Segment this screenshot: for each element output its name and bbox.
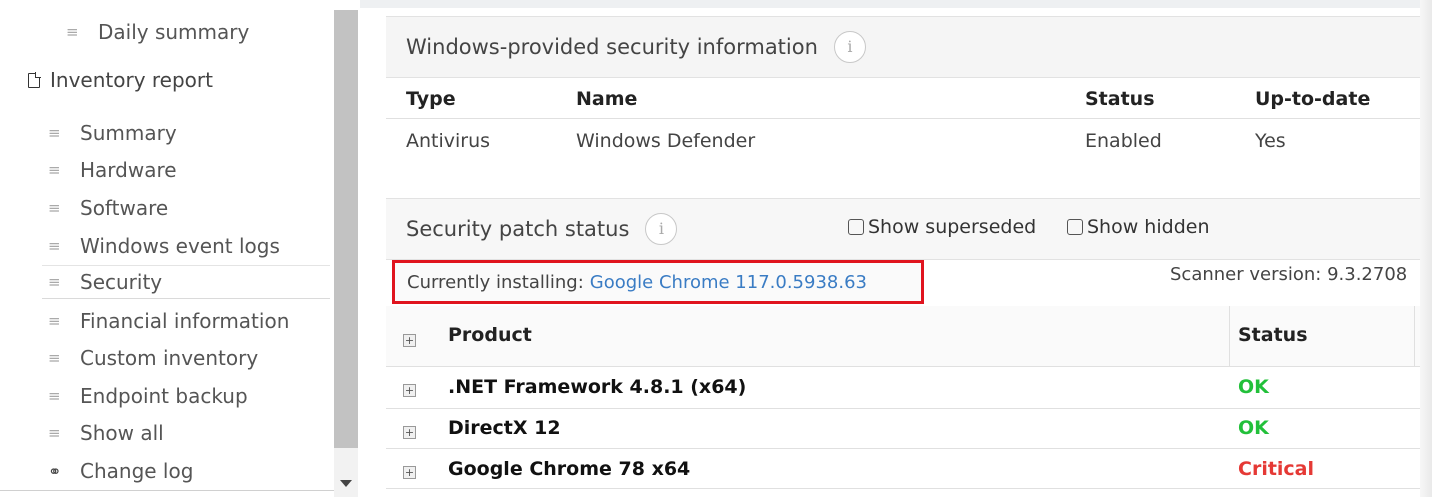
patch-table-header: + Product Status [386,306,1420,367]
windows-security-header: Windows-provided security information i [386,16,1420,78]
column-divider [1229,306,1230,366]
expand-row-icon[interactable]: + [403,426,416,439]
sidebar-item-summary[interactable]: ≡ Summary [48,116,330,150]
hamburger-icon: ≡ [48,237,61,255]
sidebar-item-custom-inventory[interactable]: ≡ Custom inventory [48,341,330,375]
hamburger-icon: ≡ [48,387,61,405]
sidebar-item-label: Inventory report [50,68,213,92]
window-right-edge [1420,0,1432,497]
checkbox-label: Show superseded [868,216,1037,238]
currently-installing-link[interactable]: Google Chrome 117.0.5938.63 [590,272,867,293]
sidebar-item-financial-information[interactable]: ≡ Financial information [48,304,330,338]
currently-installing-label: Currently installing: [407,271,584,293]
sidebar-item-label: Hardware [80,158,177,182]
column-header-type: Type [406,88,456,110]
section-title: Security patch status [406,217,630,241]
sidebar-item-label: Change log [80,459,194,483]
checkbox-label: Show hidden [1087,216,1210,238]
sidebar-item-daily-summary[interactable]: ≡ Daily summary [66,15,348,49]
hamburger-icon: ≡ [48,161,61,179]
sidebar-item-label: Daily summary [98,20,250,44]
sidebar-item-label: Show all [80,421,164,445]
hamburger-icon: ≡ [66,23,79,41]
sidebar-item-label: Endpoint backup [80,384,248,408]
sidebar-item-inventory-report[interactable]: Inventory report [28,63,213,97]
sidebar-item-label: Security [80,270,163,294]
checkbox-icon[interactable] [1067,219,1083,235]
status-badge: OK [1238,376,1269,398]
scroll-down-icon[interactable] [340,480,352,487]
divider [386,408,1420,409]
hamburger-icon: ≡ [48,424,61,442]
product-name: Google Chrome 78 x64 [448,458,691,480]
cell-name: Windows Defender [576,130,756,152]
show-superseded-checkbox[interactable]: Show superseded [848,216,1036,238]
sidebar-item-label: Financial information [80,309,290,333]
expand-row-icon[interactable]: + [403,384,416,397]
info-icon[interactable]: i [833,31,866,63]
scroll-thumb[interactable] [334,10,358,448]
hamburger-icon: ≡ [48,349,61,367]
column-header-status: Status [1238,324,1308,346]
column-divider [1414,306,1415,366]
sidebar-scrollbar[interactable] [334,10,358,497]
sidebar-item-security[interactable]: ≡ Security [42,265,330,299]
sidebar-item-software[interactable]: ≡ Software [48,191,330,225]
product-name: .NET Framework 4.8.1 (x64) [448,376,747,398]
currently-installing-highlight: Currently installing: Google Chrome 117.… [392,260,924,304]
sidebar-item-label: Custom inventory [80,346,259,370]
column-header-uptodate: Up-to-date [1255,88,1371,110]
cell-type: Antivirus [406,130,491,152]
divider [386,488,1420,489]
column-header-status: Status [1085,88,1155,110]
divider [386,118,1420,119]
main-content: Windows-provided security information i … [386,16,1420,497]
sidebar: ≡ Daily summary Inventory report ≡ Summa… [0,0,360,497]
cell-uptodate: Yes [1255,130,1286,152]
hamburger-icon: ≡ [48,312,61,330]
section-title: Windows-provided security information [406,35,818,59]
scanner-version: Scanner version: 9.3.2708 [1170,264,1408,285]
divider [0,490,334,491]
column-header-name: Name [576,88,638,110]
hamburger-icon: ≡ [48,273,61,291]
product-name: DirectX 12 [448,417,561,439]
divider [386,448,1420,449]
expand-row-icon[interactable]: + [403,466,416,479]
sidebar-item-label: Windows event logs [80,234,280,258]
sidebar-item-windows-event-logs[interactable]: ≡ Windows event logs [48,229,330,263]
sidebar-item-label: Summary [80,121,177,145]
info-icon[interactable]: i [645,213,678,245]
link-icon: ⚭ [48,461,62,481]
status-badge: Critical [1238,458,1315,480]
sidebar-item-label: Software [80,196,169,220]
sidebar-item-endpoint-backup[interactable]: ≡ Endpoint backup [48,379,330,413]
cell-status: Enabled [1085,130,1162,152]
show-hidden-checkbox[interactable]: Show hidden [1067,216,1209,238]
hamburger-icon: ≡ [48,199,61,217]
hamburger-icon: ≡ [48,124,61,142]
sidebar-item-change-log[interactable]: ⚭ Change log [48,454,330,488]
sidebar-item-show-all[interactable]: ≡ Show all [48,416,330,450]
sidebar-item-hardware[interactable]: ≡ Hardware [48,153,330,187]
column-header-product: Product [448,324,532,346]
status-badge: OK [1238,417,1269,439]
document-icon [28,71,41,88]
expand-all-icon[interactable]: + [403,334,416,347]
checkbox-icon[interactable] [848,219,864,235]
